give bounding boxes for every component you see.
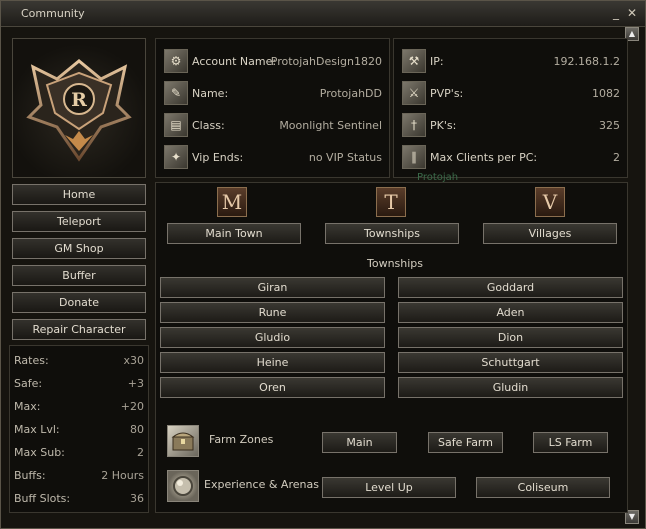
minimize-icon[interactable]: _ [609,6,623,20]
max-clients-label: Max Clients per PC: [430,150,538,164]
class-row: ▤ Class: Moonlight Sentinel [164,112,382,138]
stat-max: Max: +20 [14,400,144,413]
title-bar[interactable]: Community _ ✕ [1,1,645,27]
char-name-value: ProtojahDD [319,86,382,100]
menu-teleport-button[interactable]: Teleport [12,211,146,232]
villages-icon[interactable]: V [535,187,565,217]
scroll-icon: ✎ [164,81,188,105]
treasure-chest-icon [167,425,199,457]
stat-buffs: Buffs: 2 Hours [14,469,144,482]
main-town-button[interactable]: Main Town [167,223,301,244]
account-info-panel: ⚙ Account Name: ProtojahDesign1820 ✎ Nam… [155,38,390,178]
book-icon: ▤ [164,113,188,137]
main-town-icon[interactable]: M [217,187,247,217]
menu-home-button[interactable]: Home [12,184,146,205]
coliseum-button[interactable]: Coliseum [476,477,610,498]
dagger-icon: † [402,113,426,137]
townships-icon[interactable]: T [376,187,406,217]
close-icon[interactable]: ✕ [625,6,639,20]
emblem-icon: R [26,59,132,162]
town-gludin-button[interactable]: Gludin [398,377,623,398]
town-goddard-button[interactable]: Goddard [398,277,623,298]
pk-label: PK's: [430,118,457,132]
menu-buffer-button[interactable]: Buffer [12,265,146,286]
menu-repair-character-button[interactable]: Repair Character [12,319,146,340]
townships-button[interactable]: Townships [325,223,459,244]
network-icon: ⚒ [402,49,426,73]
stat-max-sub: Max Sub: 2 [14,446,144,459]
stat-buff-slots: Buff Slots: 36 [14,492,144,505]
vip-row: ✦ Vip Ends: no VIP Status [164,144,382,170]
menu-donate-button[interactable]: Donate [12,292,146,313]
town-schuttgart-button[interactable]: Schuttgart [398,352,623,373]
pk-row: † PK's: 325 [402,112,620,138]
farm-ls-button[interactable]: LS Farm [533,432,608,453]
town-giran-button[interactable]: Giran [160,277,385,298]
class-value: Moonlight Sentinel [279,118,382,132]
stat-max-lvl: Max Lvl: 80 [14,423,144,436]
town-rune-button[interactable]: Rune [160,302,385,323]
townships-heading: Townships [367,257,424,270]
town-aden-button[interactable]: Aden [398,302,623,323]
char-name-row: ✎ Name: ProtojahDD [164,80,382,106]
farm-safe-button[interactable]: Safe Farm [428,432,503,453]
max-clients-row: ∥ Max Clients per PC: 2 [402,144,620,170]
villages-button[interactable]: Villages [483,223,617,244]
farm-main-button[interactable]: Main [322,432,397,453]
pvp-value: 1082 [592,86,620,100]
stat-safe: Safe: +3 [14,377,144,390]
account-name-label: Account Name: [192,54,277,68]
town-dion-button[interactable]: Dion [398,327,623,348]
account-name-value: ProtojahDesign1820 [270,54,382,68]
class-label: Class: [192,118,225,132]
window-title: Community [21,7,85,20]
experience-arenas-label: Experience & Arenas [204,478,319,491]
vip-label: Vip Ends: [192,150,244,164]
svg-text:R: R [71,89,87,111]
town-gludio-button[interactable]: Gludio [160,327,385,348]
level-up-button[interactable]: Level Up [322,477,456,498]
ip-value: 192.168.1.2 [553,54,620,68]
account-name-row: ⚙ Account Name: ProtojahDesign1820 [164,48,382,74]
ip-row: ⚒ IP: 192.168.1.2 [402,48,620,74]
account-icon: ⚙ [164,49,188,73]
pk-value: 325 [599,118,620,132]
vip-value: no VIP Status [308,150,382,164]
town-oren-button[interactable]: Oren [160,377,385,398]
pvp-row: ⚔ PVP's: 1082 [402,80,620,106]
community-window: Community _ ✕ ▲ ▼ R ⚙ Account Name: Prot… [0,0,646,529]
vip-icon: ✦ [164,145,188,169]
stats-info-panel: ⚒ IP: 192.168.1.2 ⚔ PVP's: 1082 † PK's: … [393,38,628,178]
orb-icon [167,470,199,502]
farm-zones-label: Farm Zones [209,433,274,446]
crossed-swords-icon: ⚔ [402,81,426,105]
pillars-icon: ∥ [402,145,426,169]
max-clients-value: 2 [613,150,620,164]
town-heine-button[interactable]: Heine [160,352,385,373]
stat-rates: Rates: x30 [14,354,144,367]
char-name-label: Name: [192,86,229,100]
clan-emblem: R [12,38,146,178]
pvp-label: PVP's: [430,86,464,100]
menu-gm-shop-button[interactable]: GM Shop [12,238,146,259]
ip-label: IP: [430,54,444,68]
